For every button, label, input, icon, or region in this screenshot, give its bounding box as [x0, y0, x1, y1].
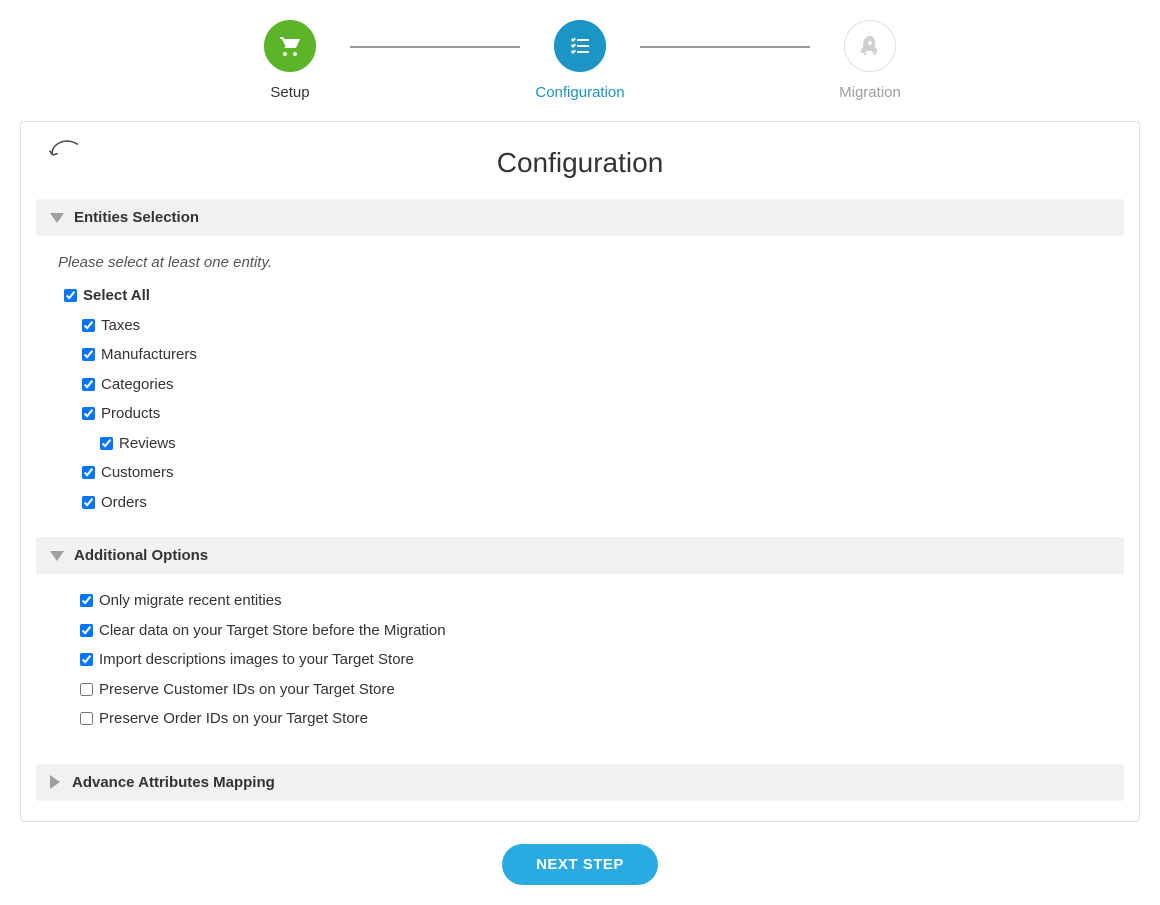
orders-label: Orders — [101, 490, 147, 516]
customers-checkbox[interactable] — [82, 466, 95, 479]
reviews-label: Reviews — [119, 431, 176, 457]
orders-checkbox[interactable] — [82, 496, 95, 509]
option-import-images-label: Import descriptions images to your Targe… — [99, 647, 414, 673]
products-checkbox[interactable] — [82, 407, 95, 420]
advanced-section-header[interactable]: Advance Attributes Mapping — [36, 764, 1124, 801]
taxes-checkbox[interactable] — [82, 319, 95, 332]
options-list: Only migrate recent entities Clear data … — [76, 588, 1124, 732]
select-all-checkbox[interactable] — [64, 289, 77, 302]
step-configuration[interactable]: Configuration — [520, 20, 640, 101]
back-button[interactable] — [48, 137, 84, 172]
reviews-checkbox[interactable] — [100, 437, 113, 450]
manufacturers-label: Manufacturers — [101, 342, 197, 368]
step-setup-label: Setup — [270, 84, 309, 101]
list-check-icon — [554, 20, 606, 72]
categories-label: Categories — [101, 372, 174, 398]
entities-section-title: Entities Selection — [74, 209, 199, 226]
option-preserve-customer-ids-checkbox[interactable] — [80, 683, 93, 696]
option-preserve-order-ids-label: Preserve Order IDs on your Target Store — [99, 706, 368, 732]
step-setup[interactable]: Setup — [230, 20, 350, 101]
select-all-label: Select All — [83, 283, 150, 309]
entities-section-header[interactable]: Entities Selection — [36, 199, 1124, 236]
step-migration-label: Migration — [839, 84, 901, 101]
step-connector — [640, 46, 810, 48]
option-preserve-order-ids-checkbox[interactable] — [80, 712, 93, 725]
entities-helper-text: Please select at least one entity. — [58, 254, 1124, 271]
categories-checkbox[interactable] — [82, 378, 95, 391]
wizard-stepper: Setup Configuration Migration — [230, 20, 930, 101]
manufacturers-checkbox[interactable] — [82, 348, 95, 361]
back-arrow-icon — [48, 154, 84, 171]
config-panel: Configuration Entities Selection Please … — [20, 121, 1140, 822]
options-section-header[interactable]: Additional Options — [36, 537, 1124, 574]
taxes-label: Taxes — [101, 313, 140, 339]
advanced-section-title: Advance Attributes Mapping — [72, 774, 275, 791]
cart-icon — [264, 20, 316, 72]
next-step-button[interactable]: NEXT STEP — [502, 844, 658, 885]
step-migration[interactable]: Migration — [810, 20, 930, 101]
option-recent-label: Only migrate recent entities — [99, 588, 282, 614]
step-connector — [350, 46, 520, 48]
option-preserve-customer-ids-label: Preserve Customer IDs on your Target Sto… — [99, 677, 395, 703]
chevron-right-icon — [50, 775, 60, 789]
rocket-icon — [844, 20, 896, 72]
entities-list: Select All Taxes Manufacturers Categorie… — [60, 283, 1124, 515]
option-clear-checkbox[interactable] — [80, 624, 93, 637]
options-section-title: Additional Options — [74, 547, 208, 564]
chevron-down-icon — [50, 213, 64, 223]
page-title: Configuration — [36, 147, 1124, 179]
option-import-images-checkbox[interactable] — [80, 653, 93, 666]
option-recent-checkbox[interactable] — [80, 594, 93, 607]
step-configuration-label: Configuration — [535, 84, 624, 101]
option-clear-label: Clear data on your Target Store before t… — [99, 618, 446, 644]
customers-label: Customers — [101, 460, 174, 486]
chevron-down-icon — [50, 551, 64, 561]
products-label: Products — [101, 401, 160, 427]
